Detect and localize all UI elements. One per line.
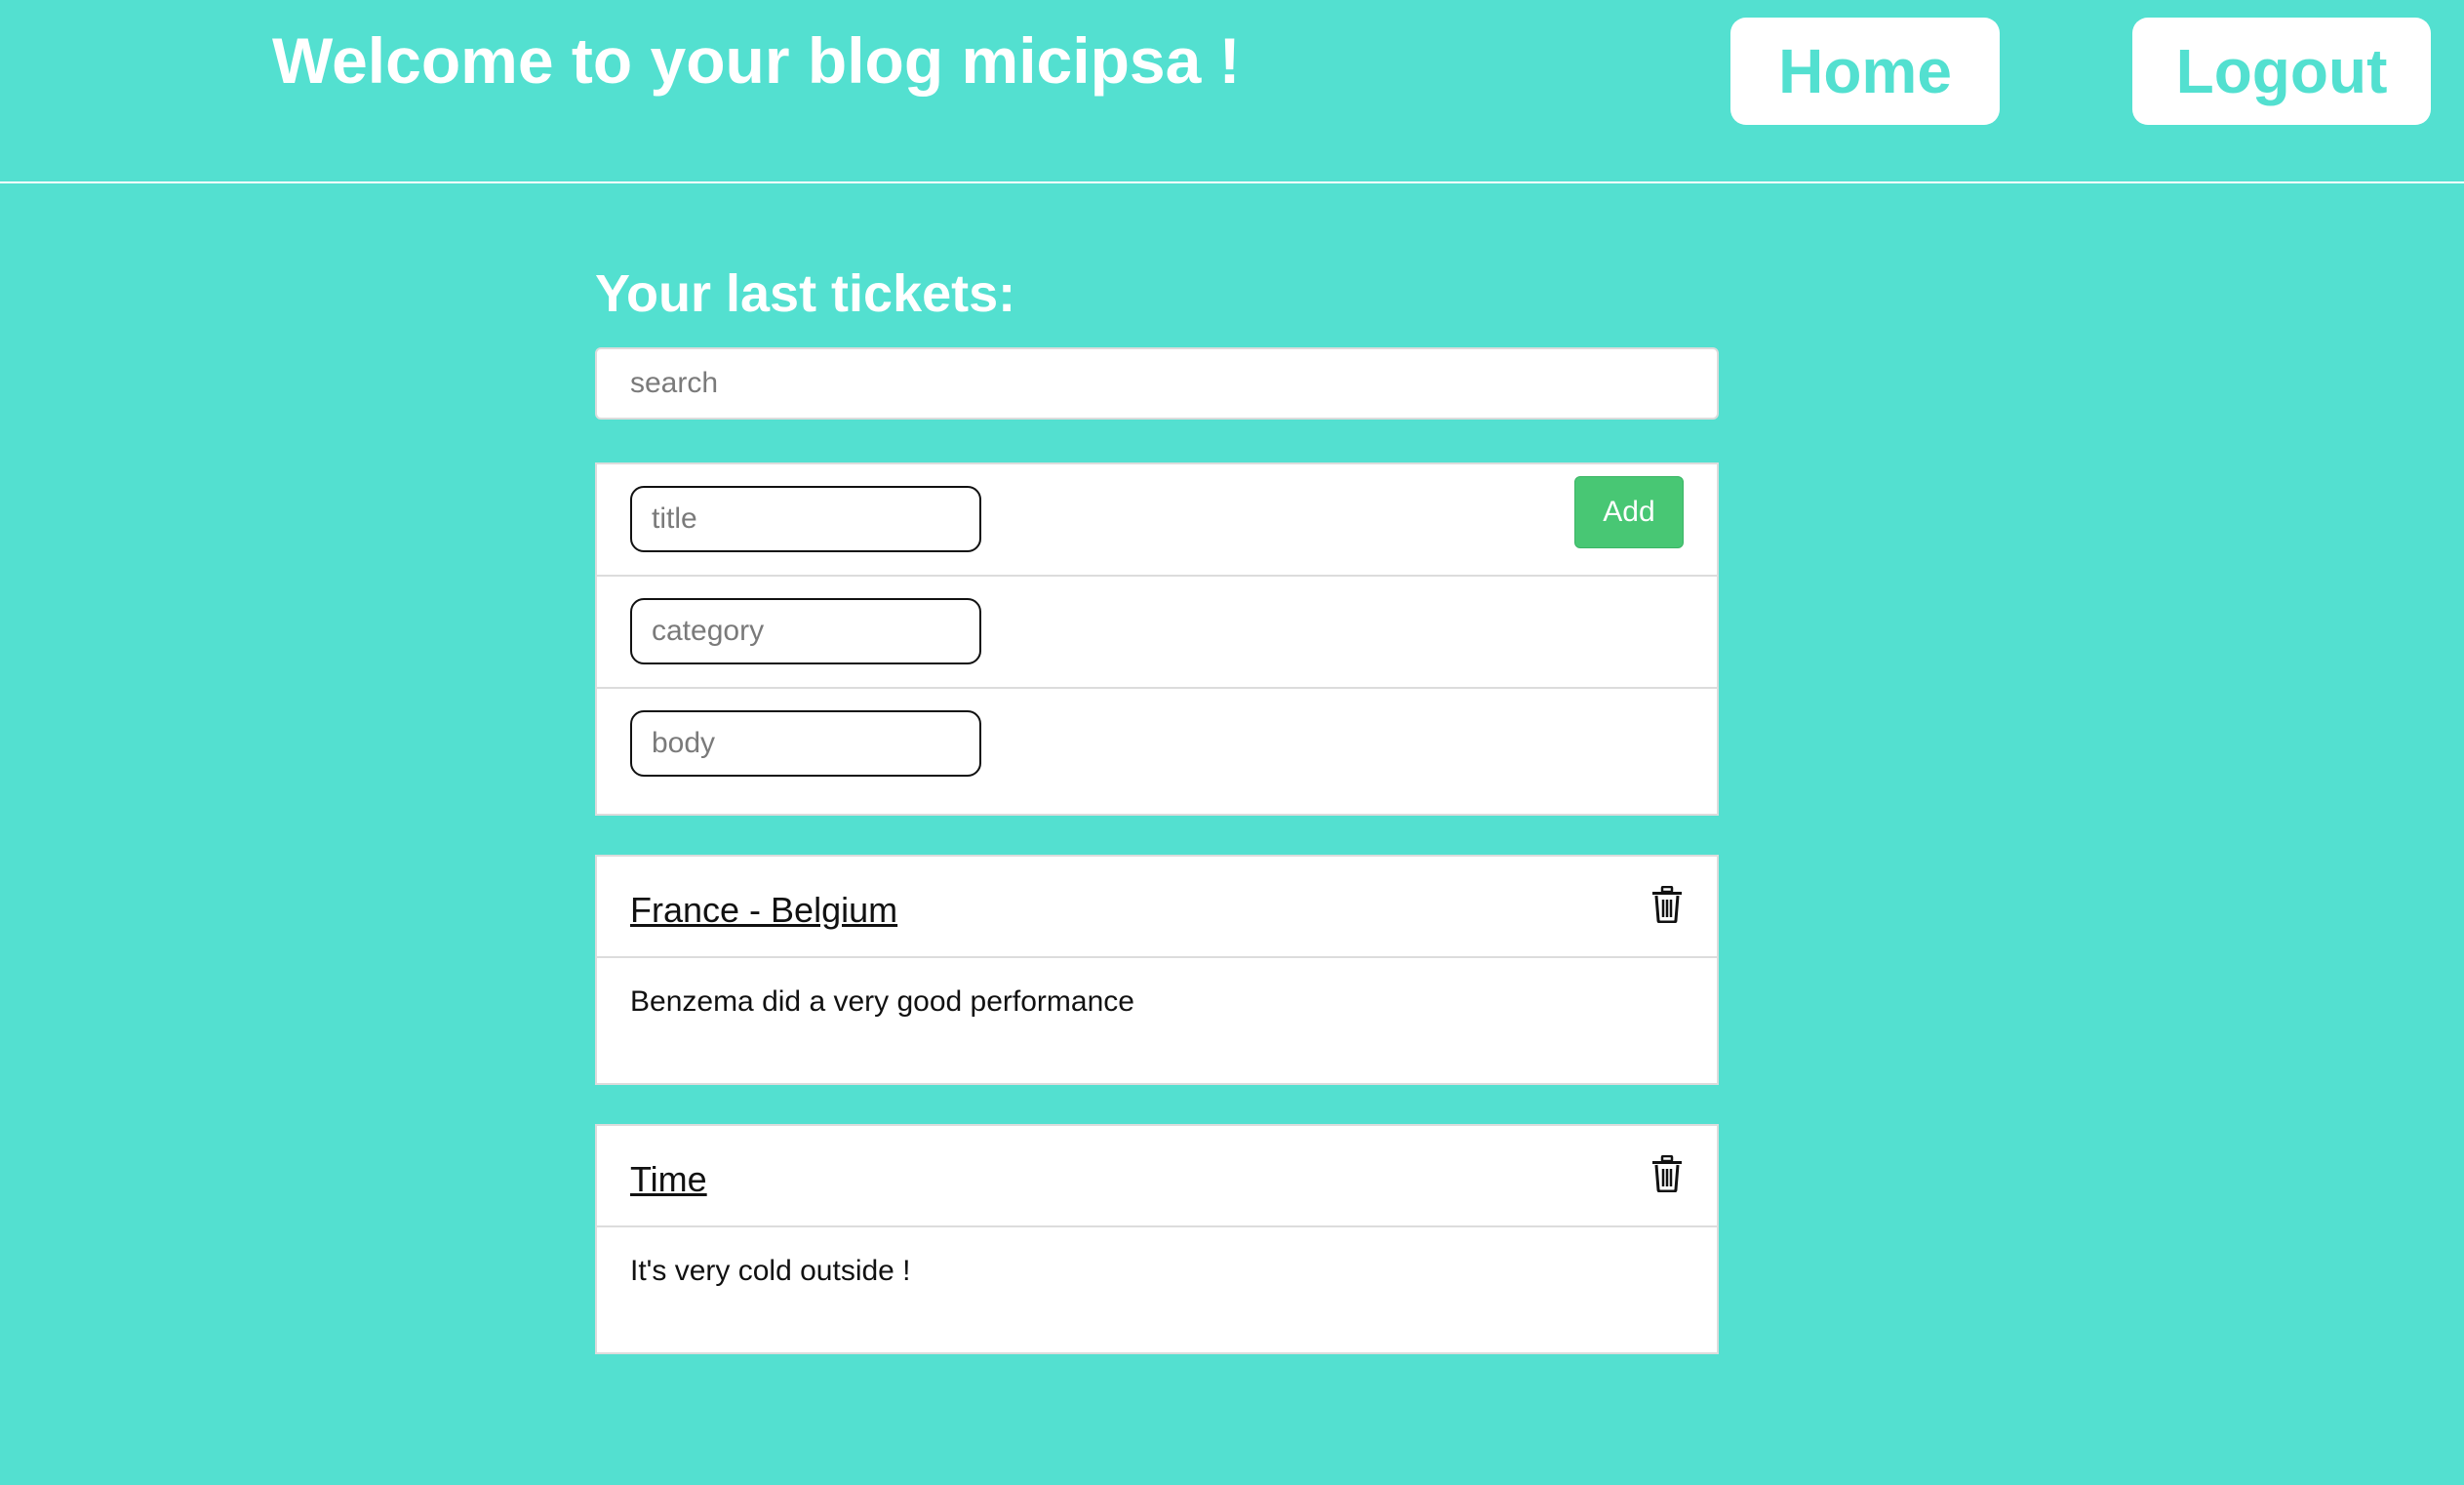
new-ticket-category-row — [597, 577, 1717, 689]
delete-ticket-button[interactable] — [1650, 885, 1684, 924]
logout-button[interactable]: Logout — [2132, 18, 2431, 125]
ticket-title-link[interactable]: France - Belgium — [630, 890, 897, 931]
new-ticket-body-row — [597, 689, 1717, 801]
new-ticket-form: Add — [595, 462, 1719, 816]
new-ticket-title-row: Add — [597, 464, 1717, 577]
add-button[interactable]: Add — [1574, 476, 1684, 548]
page-title: Welcome to your blog micipsa ! — [272, 24, 1241, 97]
home-button[interactable]: Home — [1730, 18, 2000, 125]
ticket-body: Benzema did a very good performance — [630, 985, 1134, 1018]
search-input[interactable] — [595, 347, 1719, 420]
category-field[interactable] — [630, 598, 981, 664]
body-field[interactable] — [630, 710, 981, 777]
ticket-card: Time It's very cold outside ! — [595, 1124, 1719, 1354]
tickets-section: Your last tickets: Add France - Belgium — [595, 263, 1719, 1354]
ticket-title-link[interactable]: Time — [630, 1159, 707, 1200]
trash-icon — [1652, 1154, 1682, 1193]
title-field[interactable] — [630, 486, 981, 552]
ticket-header: Time — [597, 1126, 1717, 1227]
section-title: Your last tickets: — [595, 264, 1016, 323]
delete-ticket-button[interactable] — [1650, 1154, 1684, 1193]
ticket-card: France - Belgium Benzema did a very good… — [595, 855, 1719, 1085]
ticket-header: France - Belgium — [597, 857, 1717, 958]
ticket-body: It's very cold outside ! — [630, 1255, 911, 1287]
top-header: Welcome to your blog micipsa ! Home Logo… — [0, 0, 2464, 183]
trash-icon — [1652, 885, 1682, 924]
